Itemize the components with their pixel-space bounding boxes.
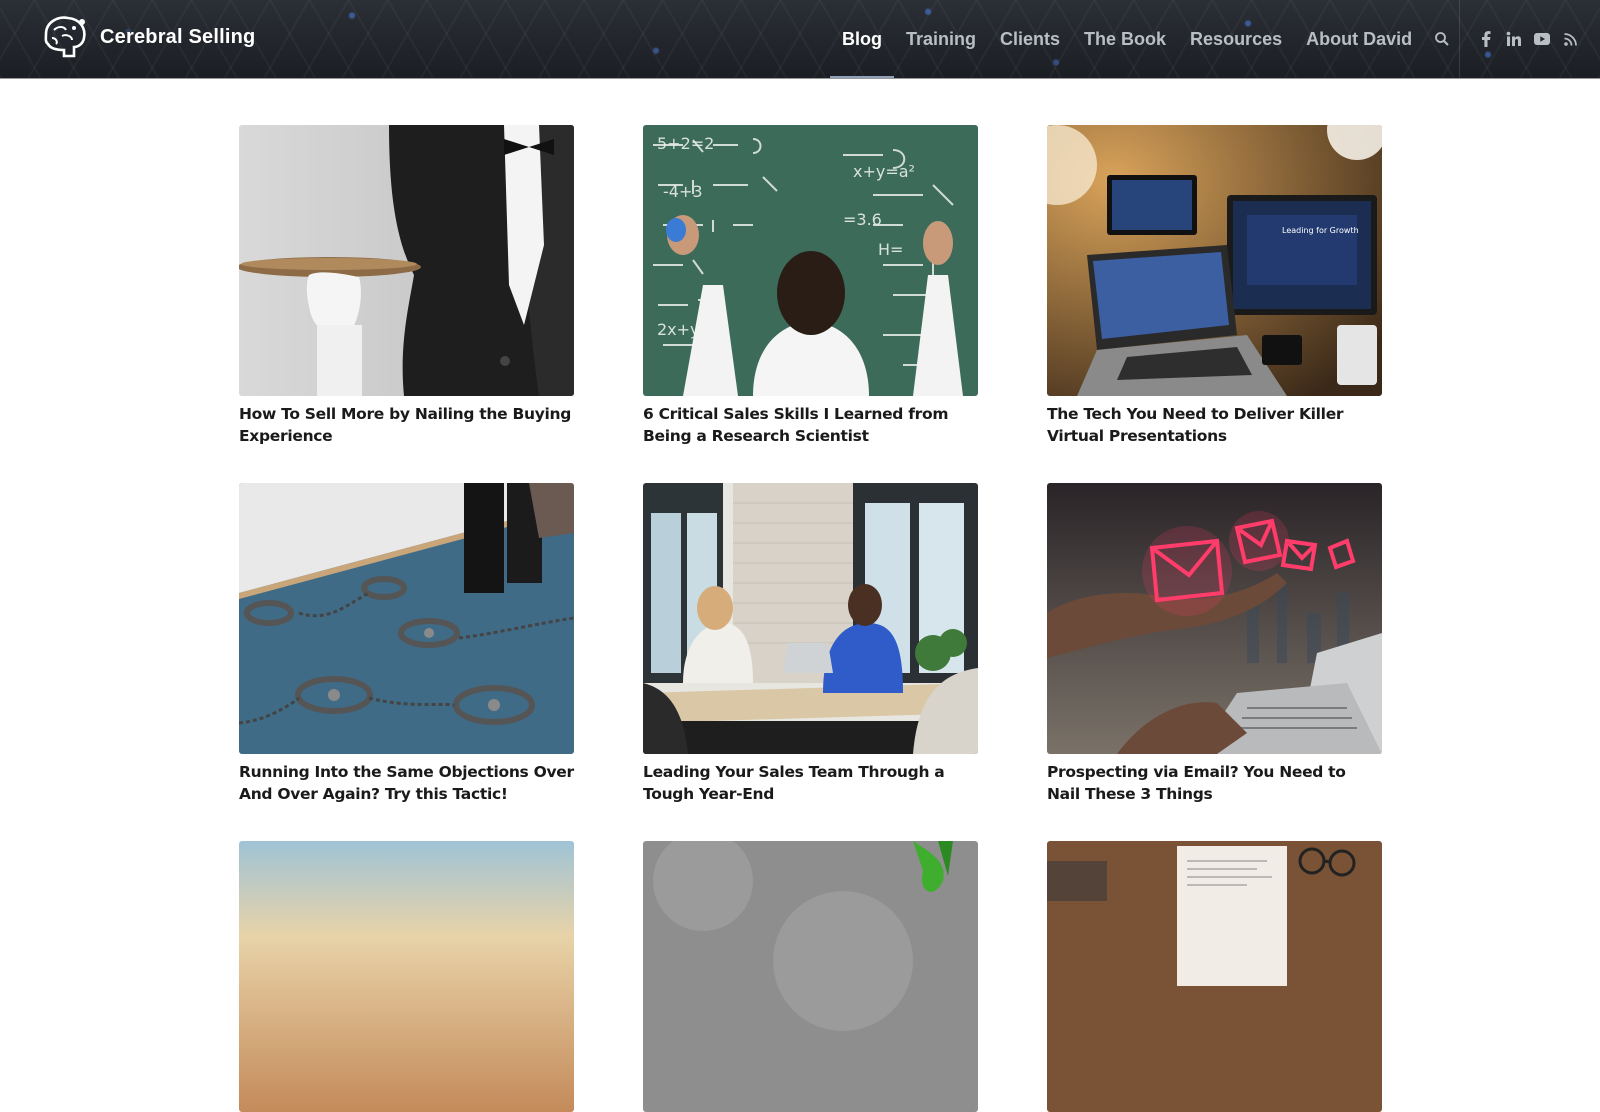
post-thumbnail[interactable]: Leading for Growth [1047,125,1382,396]
laptop-monitor-setup-image: Leading for Growth [1047,125,1382,396]
youtube-icon[interactable] [1534,31,1550,47]
post-card[interactable] [643,841,978,1112]
svg-text:=3.6: =3.6 [843,210,882,229]
nav-item-resources[interactable]: Resources [1178,0,1294,78]
sky-gradient-image [239,841,574,1112]
bear-traps-on-carpet-image [239,483,574,754]
post-thumbnail[interactable] [239,841,574,1112]
facebook-icon[interactable] [1478,31,1494,47]
svg-text:5+2=2: 5+2=2 [657,134,714,153]
nav-item-clients[interactable]: Clients [988,0,1072,78]
svg-text:2x+y: 2x+y [657,320,700,339]
grey-stone-green-ribbon-image [643,841,978,1112]
post-card[interactable]: Prospecting via Email? You Need to Nail … [1047,483,1382,805]
svg-text:Leading for Growth: Leading for Growth [1282,226,1359,235]
butler-with-tray-image [239,125,574,396]
nav-item-blog[interactable]: Blog [830,0,894,78]
post-title[interactable]: Prospecting via Email? You Need to Nail … [1047,761,1382,805]
post-thumbnail[interactable] [643,841,978,1112]
post-title[interactable]: 6 Critical Sales Skills I Learned from B… [643,403,978,447]
svg-text:H=: H= [878,240,903,259]
post-thumbnail[interactable]: 5+2=2 x+y=a² -4+3 =3.6 H= 2x+y [643,125,978,396]
nav-item-the-book[interactable]: The Book [1072,0,1178,78]
brand-name: Cerebral Selling [100,25,256,48]
desk-with-paper-glasses-image [1047,841,1382,1112]
man-at-chalkboard-image: 5+2=2 x+y=a² -4+3 =3.6 H= 2x+y [643,125,978,396]
post-card[interactable]: Leading for Growth The Tech You Need to … [1047,125,1382,447]
post-thumbnail[interactable] [239,125,574,396]
blog-post-grid: How To Sell More by Nailing the Buying E… [239,125,1382,1112]
post-title[interactable]: Running Into the Same Objections Over An… [239,761,574,805]
site-header: Cerebral Selling Blog Training Clients T… [0,0,1600,78]
post-thumbnail[interactable] [1047,483,1382,754]
nav-item-training[interactable]: Training [894,0,988,78]
svg-text:x+y=a²: x+y=a² [853,162,915,181]
social-links [1478,0,1578,78]
site-logo[interactable]: Cerebral Selling [36,14,255,60]
stressed-team-meeting-image [643,483,978,754]
post-title[interactable]: The Tech You Need to Deliver Killer Virt… [1047,403,1382,447]
nav-item-about-david[interactable]: About David [1294,0,1424,78]
post-card[interactable] [239,841,574,1112]
header-divider [1459,0,1460,78]
post-card[interactable] [1047,841,1382,1112]
post-card[interactable]: How To Sell More by Nailing the Buying E… [239,125,574,447]
search-icon [1435,32,1449,46]
main-nav: Blog Training Clients The Book Resources… [830,0,1460,78]
post-card[interactable]: Leading Your Sales Team Through a Tough … [643,483,978,805]
search-button[interactable] [1424,0,1460,78]
linkedin-icon[interactable] [1506,31,1522,47]
post-thumbnail[interactable] [1047,841,1382,1112]
post-card[interactable]: Running Into the Same Objections Over An… [239,483,574,805]
glowing-email-envelopes-image [1047,483,1382,754]
post-title[interactable]: How To Sell More by Nailing the Buying E… [239,403,574,447]
brain-head-logo-icon [44,16,86,58]
svg-text:-4+3: -4+3 [663,182,703,201]
rss-icon[interactable] [1562,31,1578,47]
post-card[interactable]: 5+2=2 x+y=a² -4+3 =3.6 H= 2x+y 6 Critical S… [643,125,978,447]
post-title[interactable]: Leading Your Sales Team Through a Tough … [643,761,978,805]
post-thumbnail[interactable] [643,483,978,754]
post-thumbnail[interactable] [239,483,574,754]
